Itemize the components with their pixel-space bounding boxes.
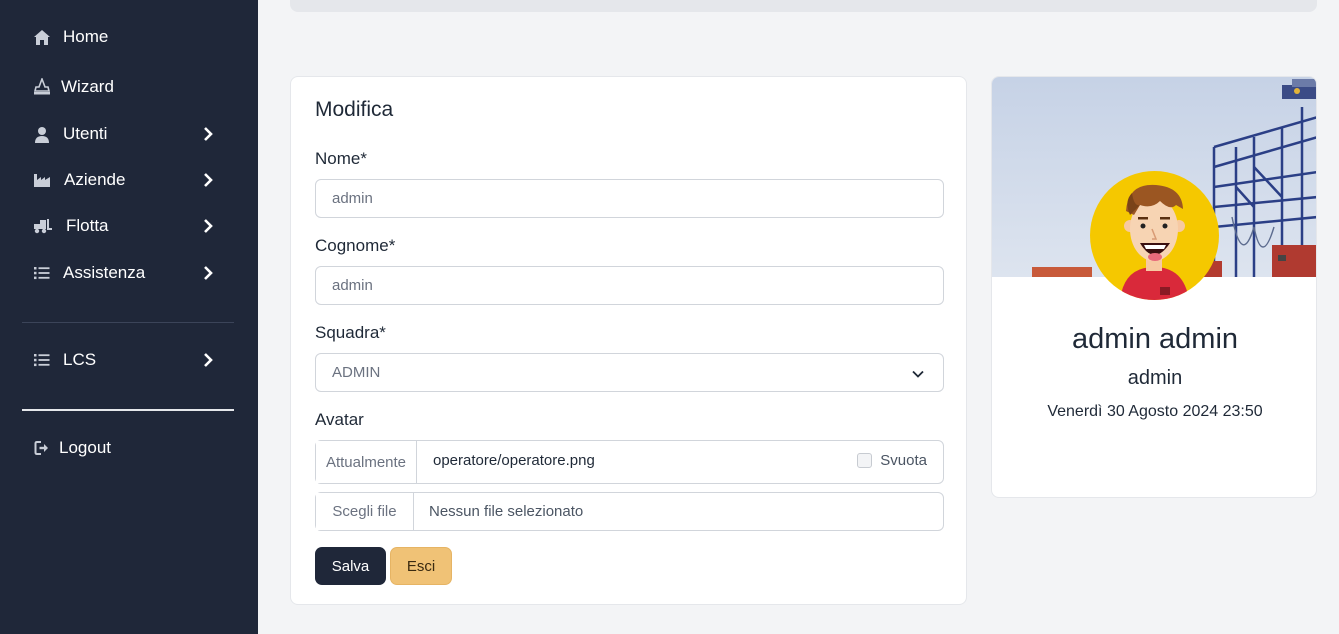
save-button[interactable]: Salva — [315, 547, 386, 585]
nome-value: admin — [332, 190, 373, 207]
sidebar-item-lcs[interactable]: LCS — [22, 340, 234, 380]
squadra-value: ADMIN — [332, 364, 381, 381]
logout-icon — [33, 439, 51, 457]
sidebar-item-label: Assistenza — [63, 263, 146, 282]
cognome-value: admin — [332, 277, 373, 294]
sidebar-item-label: LCS — [63, 350, 97, 369]
truck-icon — [33, 217, 53, 235]
clear-checkbox-wrap[interactable]: Svuota — [857, 452, 927, 469]
sidebar-item-utenti[interactable]: Utenti — [22, 114, 234, 154]
chevron-down-icon — [912, 370, 924, 378]
file-input[interactable]: Scegli file Nessun file selezionato — [315, 492, 944, 531]
edit-form-card: Modifica Nome* admin Cognome* admin Squa… — [290, 76, 967, 605]
chevron-right-icon — [204, 127, 213, 141]
profile-name: admin admin — [1071, 323, 1239, 355]
profile-card: admin admin admin Venerdì 30 Agosto 2024… — [991, 76, 1317, 498]
currently-addon: Attualmente — [316, 441, 417, 483]
clear-checkbox[interactable] — [857, 453, 873, 468]
avatar-label: Avatar — [315, 410, 364, 429]
logout-label: Logout — [59, 438, 111, 457]
nome-label: Nome* — [315, 149, 367, 168]
sidebar-divider — [22, 322, 234, 323]
squadra-select[interactable]: ADMIN — [315, 353, 944, 392]
clear-label: Svuota — [880, 452, 927, 469]
list-icon — [33, 351, 51, 369]
chevron-right-icon — [204, 353, 213, 367]
profile-username: admin — [1127, 367, 1183, 389]
sidebar-item-label: Home — [63, 27, 109, 46]
sidebar: Home Wizard Utenti Aziende Flotta Assist… — [0, 0, 258, 634]
chevron-right-icon — [204, 173, 213, 187]
sidebar-item-label: Wizard — [61, 77, 114, 96]
sidebar-item-wizard[interactable]: Wizard — [22, 67, 234, 107]
sidebar-item-label: Utenti — [63, 124, 108, 143]
current-avatar-field: Attualmente operatore/operatore.png Svuo… — [315, 440, 944, 484]
sidebar-item-flotta[interactable]: Flotta — [22, 206, 234, 246]
squadra-label: Squadra* — [315, 323, 386, 342]
form-title: Modifica — [315, 98, 394, 121]
list-icon — [33, 264, 51, 282]
nome-input[interactable]: admin — [315, 179, 944, 218]
chevron-right-icon — [204, 266, 213, 280]
choose-file-button[interactable]: Scegli file — [316, 493, 414, 530]
chevron-right-icon — [204, 219, 213, 233]
avatar — [1090, 171, 1219, 300]
sidebar-item-label: Flotta — [66, 216, 109, 235]
logout-button[interactable]: Logout — [22, 428, 234, 468]
cognome-label: Cognome* — [315, 236, 396, 255]
cognome-input[interactable]: admin — [315, 266, 944, 305]
current-avatar-link[interactable]: operatore/operatore.png — [433, 452, 595, 469]
sidebar-item-label: Aziende — [64, 170, 126, 189]
profile-datetime: Venerdì 30 Agosto 2024 23:50 — [1047, 403, 1263, 420]
user-icon — [33, 125, 51, 143]
sidebar-item-assistenza[interactable]: Assistenza — [22, 253, 234, 293]
exit-button[interactable]: Esci — [390, 547, 452, 585]
industry-icon — [33, 171, 51, 189]
home-icon — [33, 28, 51, 46]
sidebar-item-aziende[interactable]: Aziende — [22, 160, 234, 200]
wizard-icon — [33, 78, 51, 96]
top-bar — [290, 0, 1317, 12]
no-file-label: Nessun file selezionato — [429, 503, 584, 520]
sidebar-divider — [22, 409, 234, 411]
sidebar-item-home[interactable]: Home — [22, 17, 234, 57]
